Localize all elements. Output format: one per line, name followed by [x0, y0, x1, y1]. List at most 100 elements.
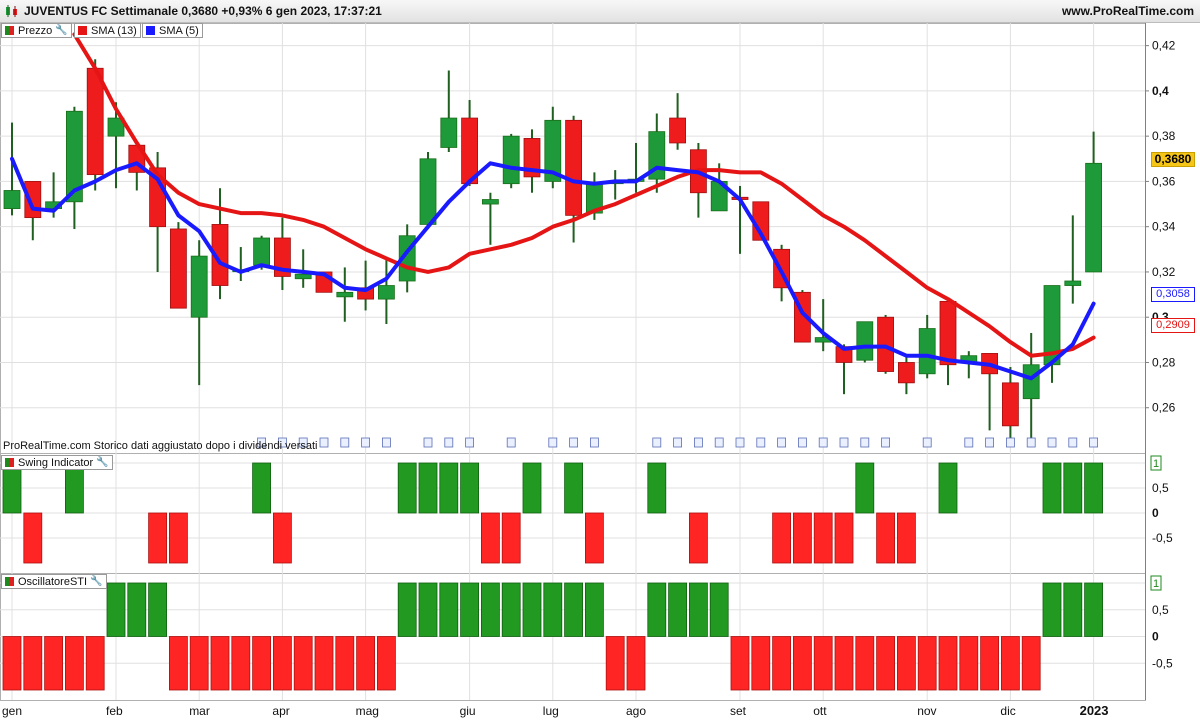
- legend-price[interactable]: Prezzo 🔧: [1, 23, 72, 38]
- x-tick-label: apr: [272, 704, 289, 718]
- dividend-icon: [694, 437, 703, 448]
- swing-bar: [1084, 462, 1103, 514]
- swing-y-tick-label: 0,5: [1152, 481, 1169, 495]
- dividend-icon: [673, 437, 682, 448]
- swing-bar: [647, 462, 667, 514]
- legend-oscillator-label: OscillatoreSTI: [18, 575, 88, 588]
- dividend-icon: [964, 437, 974, 448]
- oscillator-bar: [605, 636, 625, 691]
- x-tick-label: giu: [460, 704, 476, 718]
- y-tick-label: 0,4: [1152, 84, 1169, 98]
- oscillator-bar: [1063, 582, 1083, 637]
- legend-oscillator[interactable]: OscillatoreSTI 🔧: [1, 574, 107, 589]
- y-tick-label: 0,32: [1152, 265, 1176, 279]
- x-tick-label: set: [730, 704, 747, 718]
- candle: [86, 67, 104, 176]
- candle: [419, 158, 437, 225]
- dividend-icon: [777, 437, 786, 448]
- dividend-icon: [881, 437, 890, 448]
- oscillator-bar: [44, 636, 63, 691]
- dividend-icon: [423, 437, 433, 448]
- oscillator-bar: [689, 582, 708, 637]
- oscillator-bar: [668, 582, 687, 637]
- y-tick-label: 0,42: [1152, 39, 1176, 53]
- legend-sma5[interactable]: SMA (5): [142, 23, 203, 38]
- dividend-icon: [340, 437, 350, 448]
- oscillator-bar: [210, 636, 230, 691]
- oscillator-bar: [772, 636, 791, 691]
- oscillator-bar: [897, 636, 916, 691]
- candle: [253, 237, 271, 266]
- candle: [939, 300, 957, 366]
- candle: [1002, 382, 1019, 427]
- dividend-icon: [1068, 437, 1078, 448]
- swing-y-tick-label: 1: [1153, 458, 1159, 470]
- swing-swatch: [5, 458, 14, 467]
- dividend-icon: [444, 437, 454, 448]
- candle: [877, 316, 894, 372]
- swing-bar: [585, 512, 604, 564]
- candle: [190, 255, 208, 318]
- swing-bar: [480, 512, 500, 564]
- oscillator-bar: [834, 636, 854, 691]
- x-tick-label: mag: [356, 704, 379, 718]
- legend-swing[interactable]: Swing Indicator 🔧: [1, 455, 113, 470]
- oscillator-bar: [1042, 582, 1062, 637]
- candle: [502, 135, 520, 185]
- dividend-icon: [361, 437, 371, 448]
- swing-bar: [252, 462, 272, 514]
- swing-bar: [460, 462, 480, 514]
- oscillator-bar: [23, 636, 43, 691]
- chart-canvas[interactable]: gen feb mar apr mag giu lug ago set ott nov dic 2023…: [0, 0, 1200, 720]
- candle: [336, 291, 354, 298]
- price-swatch: [5, 26, 14, 35]
- sma5-last-tag: 0,3058: [1151, 287, 1195, 302]
- oscillator-bar: [564, 582, 583, 637]
- oscillator-y-tick-label: 0: [1152, 630, 1159, 644]
- x-tick-label: nov: [917, 704, 936, 718]
- oscillator-bar: [480, 582, 500, 637]
- wrench-icon[interactable]: 🔧: [55, 25, 67, 36]
- oscillator-bar: [314, 636, 334, 691]
- dividend-icon: [1047, 437, 1057, 448]
- wrench-icon[interactable]: 🔧: [96, 457, 108, 468]
- oscillator-bar: [543, 582, 563, 637]
- dividend-icon: [590, 437, 599, 448]
- oscillator-bar: [397, 582, 417, 637]
- candle: [3, 190, 21, 209]
- oscillator-bar: [876, 636, 895, 691]
- swing-bar: [522, 462, 542, 514]
- oscillator-bar: [813, 636, 833, 691]
- x-tick-label: mar: [189, 704, 210, 718]
- oscillator-bar: [980, 636, 999, 691]
- oscillator-bar: [231, 636, 251, 691]
- dividend-icon: [922, 437, 932, 448]
- dividend-icon: [569, 437, 578, 448]
- y-tick-label: 0,38: [1152, 129, 1176, 143]
- candle: [898, 362, 915, 384]
- candle: [377, 285, 395, 300]
- dividend-icon: [1026, 437, 1036, 448]
- swing-y-tick-label: -0,5: [1152, 531, 1173, 545]
- oscillator-bar: [938, 636, 958, 691]
- swing-bar: [272, 512, 292, 564]
- oscillator-bar: [127, 582, 147, 637]
- candle: [461, 117, 479, 185]
- swing-bar: [793, 512, 812, 564]
- oscillator-bar: [65, 636, 84, 691]
- oscillator-bar: [1084, 582, 1103, 637]
- dividend-icon: [1089, 437, 1098, 448]
- legend-sma13[interactable]: SMA (13): [74, 23, 141, 38]
- dividend-icon: [652, 437, 662, 448]
- oscillator-y-tick-label: 0,5: [1152, 603, 1169, 617]
- oscillator-bar: [647, 582, 667, 637]
- swing-bar: [813, 512, 833, 564]
- candle: [481, 199, 499, 205]
- swing-bar: [501, 512, 521, 564]
- legend-price-label: Prezzo: [18, 24, 53, 37]
- dividend-icon: [798, 437, 807, 448]
- swing-bar: [876, 512, 895, 564]
- wrench-icon[interactable]: 🔧: [90, 576, 102, 587]
- candle: [1064, 280, 1082, 286]
- swing-y-tick-label: 0: [1152, 506, 1159, 520]
